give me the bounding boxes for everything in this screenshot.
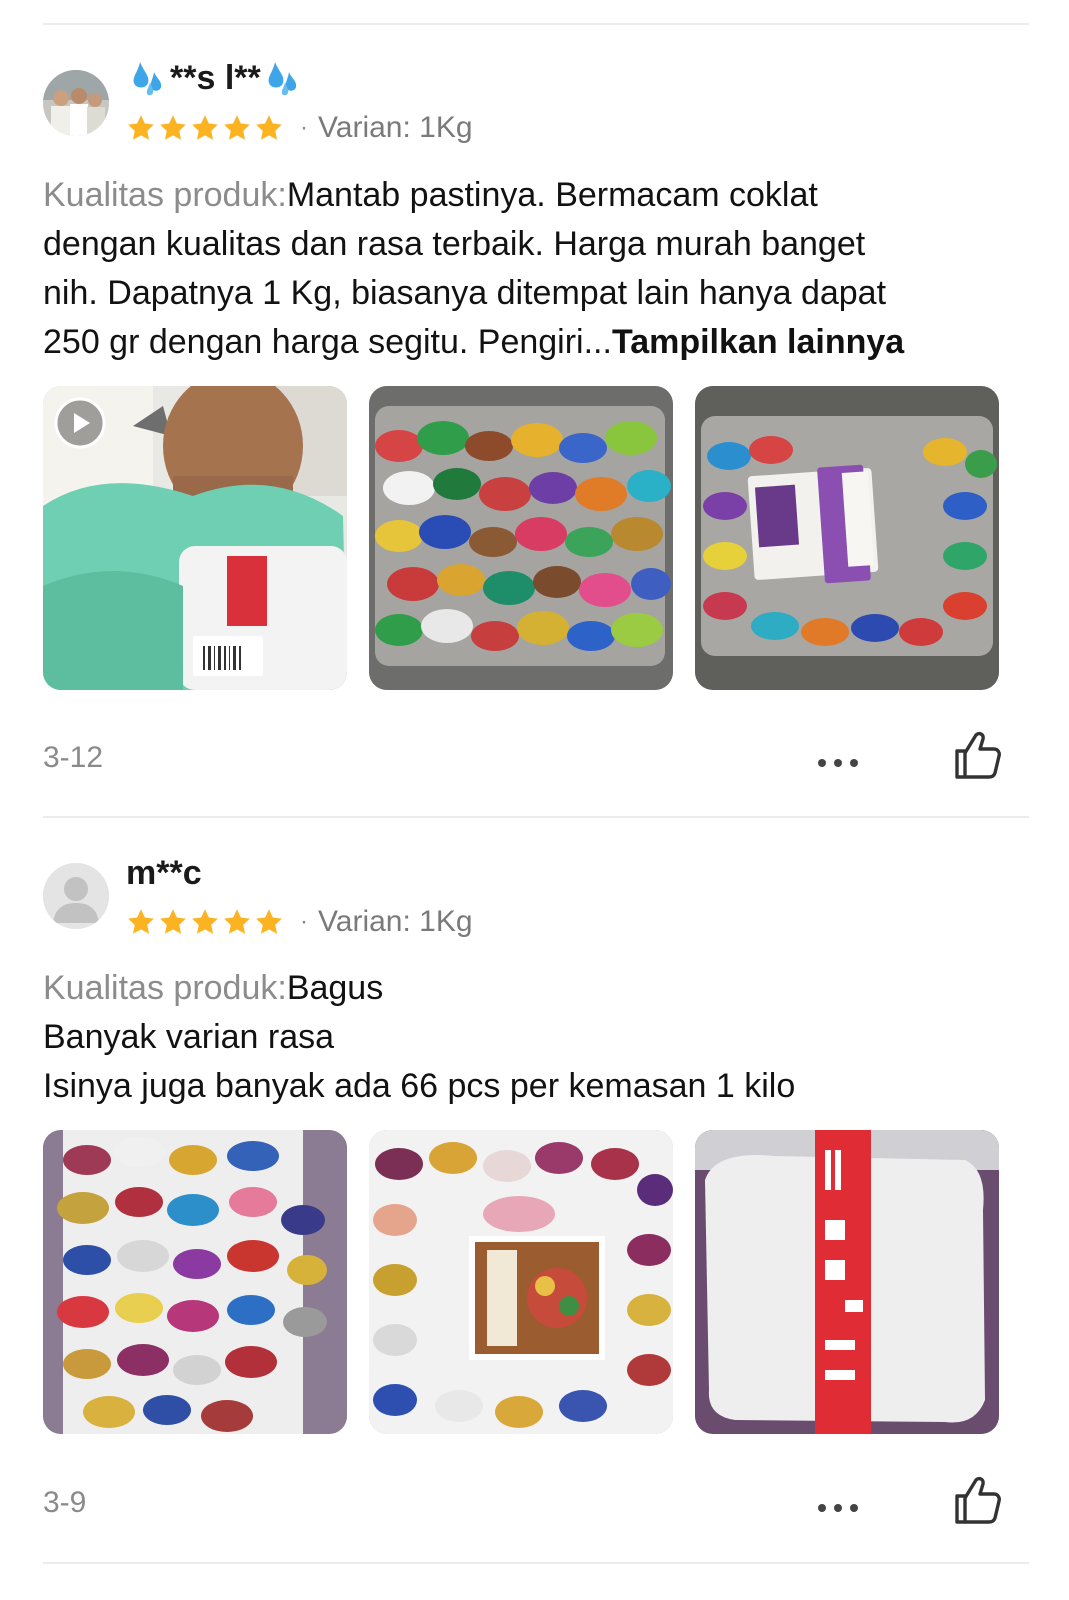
- star-icon: [224, 909, 250, 934]
- review-text-line: Kualitas produk:Mantab pastinya. Bermaca…: [43, 171, 1033, 220]
- review-text-content: 250 gr dengan harga segitu. Pengiri...: [43, 323, 612, 361]
- thumbs-up-icon[interactable]: [949, 727, 1005, 783]
- review-card: **s l** · Varian: 1Kg Kualitas produk:Ma…: [43, 0, 1029, 800]
- star-icon: [128, 909, 154, 934]
- review-video-thumbnail[interactable]: [43, 386, 347, 690]
- username-text: m**c: [126, 854, 202, 892]
- review-text-line: dengan kualitas dan rasa terbaik. Harga …: [43, 225, 866, 263]
- droplets-icon: [263, 58, 303, 98]
- rating-row: · Varian: 1Kg: [126, 108, 473, 148]
- review-text: Kualitas produk:Mantab pastinya. Bermaca…: [43, 171, 1033, 367]
- star-icon: [224, 115, 250, 140]
- review-photos: [43, 1130, 999, 1434]
- more-dots-icon[interactable]: [813, 1484, 863, 1524]
- variant-label: Varian: 1Kg: [318, 905, 473, 938]
- review-date: 3-12: [43, 741, 104, 774]
- star-icon: [256, 909, 282, 934]
- separator-dot: ·: [300, 908, 308, 935]
- review-text-line: nih. Dapatnya 1 Kg, biasanya ditempat la…: [43, 274, 887, 312]
- username: m**c: [126, 854, 202, 893]
- review-text-line: Banyak varian rasa: [43, 1018, 335, 1056]
- star-rating: [126, 113, 284, 143]
- review-footer: 3-12: [43, 731, 1029, 785]
- username: **s l**: [126, 58, 305, 98]
- star-icon: [192, 909, 218, 934]
- star-icon: [256, 115, 282, 140]
- review-text-line: 250 gr dengan harga segitu. Pengiri...Ta…: [43, 318, 1033, 367]
- review-date: 3-9: [43, 1486, 87, 1519]
- review-photo[interactable]: [369, 1130, 673, 1434]
- star-icon: [160, 115, 186, 140]
- star-icon: [160, 909, 186, 934]
- quality-label: Kualitas produk:: [43, 176, 287, 214]
- review-text-content: Mantab pastinya. Bermacam coklat: [286, 176, 818, 214]
- review-text-line: Isinya juga banyak ada 66 pcs per kemasa…: [43, 1067, 796, 1105]
- play-icon[interactable]: [53, 396, 107, 450]
- review-photo[interactable]: [369, 386, 673, 690]
- star-rating: [126, 907, 284, 937]
- review-text-content: Bagus: [286, 969, 384, 1007]
- star-icon: [128, 115, 154, 140]
- more-dots-icon[interactable]: [813, 739, 863, 779]
- review-text-line: Kualitas produk:Bagus: [43, 964, 1033, 1013]
- review-footer: 3-9: [43, 1476, 1029, 1530]
- review-text: Kualitas produk:Bagus Banyak varian rasa…: [43, 964, 1033, 1111]
- review-photo[interactable]: [43, 1130, 347, 1434]
- username-text: **s l**: [170, 58, 261, 97]
- review-photo[interactable]: [695, 386, 999, 690]
- review-card: m**c · Varian: 1Kg Kualitas produk:Bagus…: [43, 816, 1029, 1586]
- show-more-link[interactable]: Tampilkan lainnya: [612, 323, 904, 361]
- star-icon: [192, 115, 218, 140]
- rating-row: · Varian: 1Kg: [126, 902, 473, 942]
- droplets-icon: [128, 58, 168, 98]
- bottom-divider: [43, 1562, 1029, 1564]
- variant-label: Varian: 1Kg: [318, 111, 473, 144]
- avatar[interactable]: [43, 863, 109, 929]
- review-photo[interactable]: [695, 1130, 999, 1434]
- avatar[interactable]: [43, 70, 109, 136]
- review-photos: [43, 386, 999, 690]
- thumbs-up-icon[interactable]: [949, 1472, 1005, 1528]
- quality-label: Kualitas produk:: [43, 969, 287, 1007]
- separator-dot: ·: [300, 114, 308, 141]
